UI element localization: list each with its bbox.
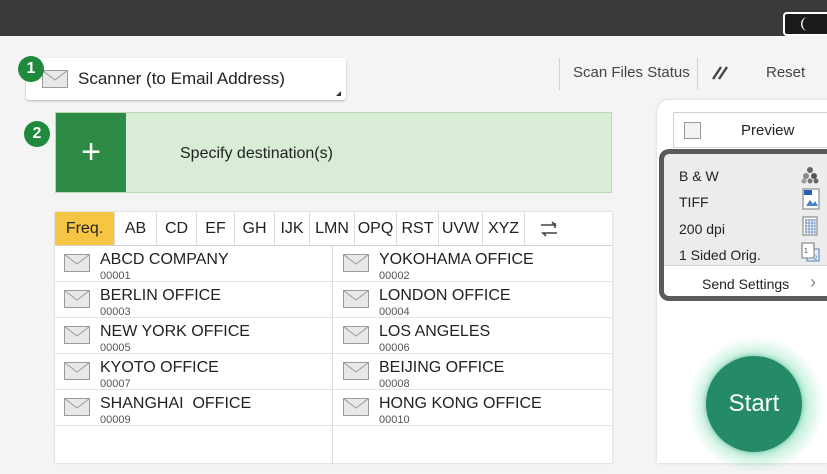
one-sided-original-icon: 1 2 [801,242,820,262]
tab-xyz[interactable]: XYZ [483,212,525,245]
preview-toggle[interactable]: Preview [673,112,827,148]
entry-name: KYOTO OFFICE [100,359,219,376]
preview-checkbox[interactable] [684,121,701,139]
envelope-icon [64,290,90,308]
tab-freq[interactable]: Freq. [55,212,115,245]
resolution-value: 200 dpi [679,221,725,237]
tab-ab[interactable]: AB [115,212,157,245]
envelope-icon [64,326,90,344]
envelope-icon [64,254,90,272]
moon-icon [801,17,808,31]
address-entry[interactable]: BERLIN OFFICE 00003 [55,282,332,318]
scan-files-status-button[interactable]: Scan Files Status [573,64,690,81]
envelope-icon [64,362,90,380]
scanner-main-screen: 1 Scanner (to Email Address) Scan Files … [0,36,827,474]
header-divider [697,58,698,90]
address-entry[interactable]: KYOTO OFFICE 00007 [55,354,332,390]
entry-name: LOS ANGELES [379,323,491,340]
svg-text:1: 1 [804,248,808,255]
step-badge-2: 2 [24,121,50,147]
entry-name: LONDON OFFICE [379,287,511,304]
tab-opq[interactable]: OPQ [355,212,397,245]
entry-name: SHANGHAI OFFICE [100,395,252,412]
envelope-icon [343,326,369,344]
column-divider [332,246,333,463]
night-mode-button[interactable] [783,12,827,36]
tab-ijk[interactable]: IJK [275,212,310,245]
send-settings-button[interactable]: Send Settings › [664,265,827,296]
address-entry[interactable]: BEIJING OFFICE 00008 [334,354,611,390]
entry-name: HONG KONG OFFICE [379,395,542,412]
address-entry[interactable]: YOKOHAMA OFFICE 00002 [334,246,611,282]
tiff-file-icon [802,188,820,210]
envelope-icon [343,398,369,416]
entry-name: BERLIN OFFICE [100,287,221,304]
address-book-tabs: Freq. AB CD EF GH IJK LMN OPQ RST UVW XY… [55,212,612,246]
entry-number: 00004 [379,306,410,318]
entry-name: NEW YORK OFFICE [100,323,250,340]
chevron-right-icon: › [810,272,816,292]
color-mode-value: B & W [679,168,719,184]
entry-name: ABCD COMPANY [100,251,229,268]
add-destination-button[interactable]: + [56,113,126,192]
preview-label: Preview [741,121,795,139]
envelope-icon [42,70,68,88]
top-status-bar [0,0,827,36]
tab-ef[interactable]: EF [197,212,235,245]
envelope-icon [343,362,369,380]
reset-button[interactable]: Reset [766,64,805,81]
scan-settings-summary[interactable]: B & W TIFF 200 dpi 1 Sided Orig. 1 2 Sen… [659,149,827,301]
dropdown-corner-icon [336,91,341,96]
entry-number: 00005 [100,342,131,354]
function-selector[interactable]: Scanner (to Email Address) [26,58,346,100]
edit-slash-icon[interactable] [709,65,731,81]
address-entry[interactable]: SHANGHAI OFFICE 00009 [55,390,332,426]
entry-name: BEIJING OFFICE [379,359,505,376]
swap-arrows-icon [540,220,557,237]
entry-number: 00009 [100,414,131,426]
function-label: Scanner (to Email Address) [78,69,285,88]
send-settings-label: Send Settings [702,276,790,292]
tab-cd[interactable]: CD [157,212,197,245]
entry-name: YOKOHAMA OFFICE [379,251,534,268]
specify-destination-label: Specify destination(s) [180,145,333,162]
swap-order-button[interactable] [525,212,572,245]
tab-uvw[interactable]: UVW [439,212,483,245]
address-entry[interactable]: ABCD COMPANY 00001 [55,246,332,282]
original-type-value: 1 Sided Orig. [679,247,761,263]
entry-number: 00006 [379,342,410,354]
header-divider [559,58,560,90]
address-entry[interactable]: LOS ANGELES 00006 [334,318,611,354]
entry-number: 00001 [100,270,131,282]
color-dots-icon [801,167,819,184]
envelope-icon [343,290,369,308]
entry-number: 00008 [379,378,410,390]
entry-number: 00007 [100,378,131,390]
address-book-panel: Freq. AB CD EF GH IJK LMN OPQ RST UVW XY… [55,212,612,463]
entry-number: 00003 [100,306,131,318]
resolution-grid-icon [802,216,818,236]
tab-rst[interactable]: RST [397,212,439,245]
entry-number: 00010 [379,414,410,426]
step-badge-1: 1 [18,56,44,82]
envelope-icon [64,398,90,416]
tab-gh[interactable]: GH [235,212,275,245]
file-type-value: TIFF [679,194,709,210]
tab-lmn[interactable]: LMN [310,212,355,245]
specify-destination-bar[interactable]: + Specify destination(s) [55,112,612,193]
address-entry[interactable]: NEW YORK OFFICE 00005 [55,318,332,354]
address-entry[interactable]: HONG KONG OFFICE 00010 [334,390,611,426]
envelope-icon [343,254,369,272]
address-entry[interactable]: LONDON OFFICE 00004 [334,282,611,318]
entry-number: 00002 [379,270,410,282]
start-button[interactable]: Start [706,356,802,452]
